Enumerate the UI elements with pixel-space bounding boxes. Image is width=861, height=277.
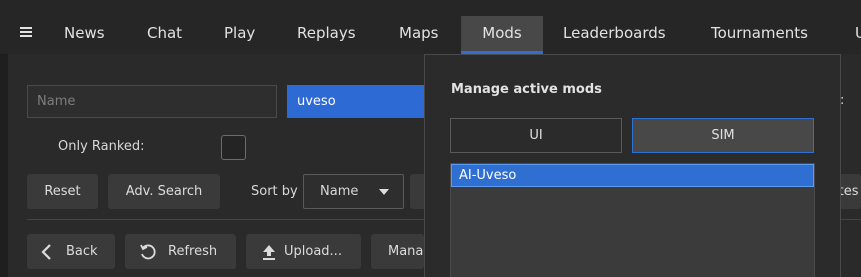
tab-mods[interactable]: Mods — [461, 16, 543, 54]
tab-news[interactable]: News — [64, 16, 105, 54]
popup-title: Manage active mods — [451, 82, 602, 97]
back-button[interactable]: Back — [27, 234, 115, 269]
chevron-down-icon — [379, 189, 389, 195]
list-item[interactable]: AI-Uveso — [451, 164, 814, 187]
sort-by-value: Name — [320, 184, 359, 199]
tab-maps[interactable]: Maps — [399, 16, 438, 54]
only-ranked-label: Only Ranked: — [58, 139, 145, 154]
adv-search-button[interactable]: Adv. Search — [108, 174, 220, 209]
manage-button[interactable]: Mana — [371, 234, 424, 269]
upload-label: Upload... — [284, 244, 342, 259]
manage-mods-popup: Manage active mods UI SIM AI-Uveso — [424, 54, 841, 277]
tab-chat[interactable]: Chat — [147, 16, 182, 54]
refresh-icon — [139, 234, 157, 269]
tab-replays[interactable]: Replays — [297, 16, 356, 54]
refresh-label: Refresh — [168, 244, 218, 259]
tab-play[interactable]: Play — [224, 16, 255, 54]
tab-leaderboards[interactable]: Leaderboards — [563, 16, 666, 54]
tab-unity-clipped[interactable]: U — [855, 16, 861, 54]
author-search-input[interactable]: uveso — [287, 85, 427, 118]
tab-tournaments[interactable]: Tournaments — [711, 16, 808, 54]
refresh-button[interactable]: Refresh — [125, 234, 236, 269]
active-mods-list[interactable]: AI-Uveso — [450, 163, 815, 277]
sort-by-dropdown[interactable]: Name — [303, 174, 404, 209]
only-ranked-checkbox[interactable] — [221, 135, 246, 160]
sim-mods-toggle[interactable]: SIM — [632, 118, 814, 153]
chevron-left-icon — [40, 234, 52, 269]
name-search-input[interactable]: Name — [27, 85, 277, 118]
hamburger-icon[interactable] — [14, 20, 38, 44]
upload-button[interactable]: Upload... — [246, 234, 361, 269]
sort-by-label: Sort by — [251, 184, 298, 199]
back-label: Back — [66, 244, 98, 259]
main-nav-bar: News Chat Play Replays Maps Mods Leaderb… — [0, 0, 861, 54]
reset-button[interactable]: Reset — [27, 174, 98, 209]
ui-mods-toggle[interactable]: UI — [450, 118, 622, 153]
upload-icon — [261, 234, 277, 269]
